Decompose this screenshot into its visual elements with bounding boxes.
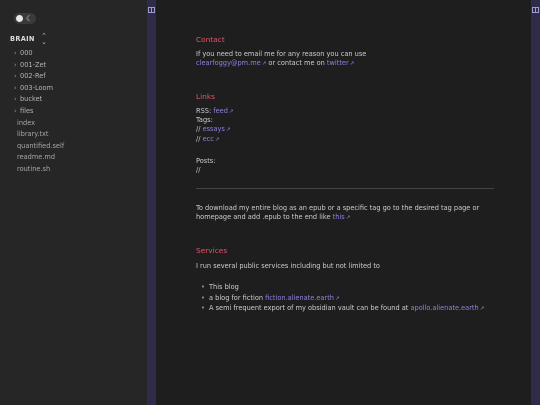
- tree-item-label: 000: [20, 49, 33, 57]
- external-link-icon: ↗: [225, 127, 231, 134]
- list-item: A semi frequent export of my obsidian va…: [196, 304, 484, 315]
- file-explorer-sidebar: ☾ BRAIN ⌃ ⌄ › 000 › 001-Zet › 002-Ref › 003-L…: [0, 0, 148, 405]
- vault-name: BRAIN: [10, 35, 35, 43]
- tree-folder-files[interactable]: › files: [14, 107, 64, 119]
- services-list: This blog a blog for fiction fiction.ali…: [196, 283, 484, 315]
- tree-file-quantified[interactable]: quantified.self: [14, 142, 64, 154]
- tree-item-label: 001-Zet: [20, 60, 47, 69]
- rss-label: RSS:: [196, 107, 212, 115]
- tree-file-routine[interactable]: routine.sh: [14, 165, 64, 177]
- posts-prefix: //: [196, 165, 201, 174]
- tree-item-label: readme.md: [17, 153, 56, 162]
- horizontal-rule: [196, 188, 494, 189]
- tree-folder-bucket[interactable]: › bucket: [14, 95, 64, 107]
- tag-prefix: //: [196, 125, 201, 134]
- external-link-icon: ↗: [228, 109, 234, 115]
- contact-text-2: or contact me on: [268, 58, 325, 67]
- epub-example-link[interactable]: this: [333, 213, 345, 221]
- services-heading: Services: [196, 246, 228, 255]
- tree-item-label: library.txt: [17, 130, 49, 139]
- fiction-blog-link[interactable]: fiction.alienate.earth: [265, 294, 334, 302]
- tree-folder-003-loom[interactable]: › 003-Loom: [14, 84, 64, 96]
- email-link[interactable]: clearfoggy@pm.me: [196, 59, 261, 67]
- tags-label: Tags:: [196, 116, 213, 125]
- contact-heading: Contact: [196, 35, 225, 44]
- links-section: RSS: feed↗ Tags: // essays↗ // ecc↗: [196, 107, 496, 144]
- tree-folder-001-zet[interactable]: › 001-Zet: [14, 61, 64, 73]
- twitter-link[interactable]: twitter: [327, 59, 349, 67]
- tree-item-label: files: [20, 106, 34, 115]
- tree-file-library[interactable]: library.txt: [14, 130, 64, 142]
- posts-label: Posts:: [196, 157, 216, 165]
- list-item: This blog: [196, 283, 484, 294]
- tree-folder-000[interactable]: › 000: [14, 49, 64, 61]
- left-panel-gutter: [147, 0, 156, 405]
- tree-item-label: routine.sh: [17, 164, 51, 173]
- tree-file-readme[interactable]: readme.md: [14, 153, 64, 165]
- sidebar-toggle-icon[interactable]: [532, 7, 539, 13]
- tag-ecc-link[interactable]: ecc: [203, 135, 214, 143]
- external-link-icon: ↗: [214, 136, 220, 143]
- tree-file-index[interactable]: index: [14, 119, 64, 131]
- list-item: a blog for fiction fiction.alienate.eart…: [196, 294, 484, 305]
- tree-item-label: bucket: [20, 95, 43, 104]
- apollo-vault-link[interactable]: apollo.alienate.earth: [410, 304, 478, 312]
- right-panel-gutter: [531, 0, 540, 405]
- rss-feed-link[interactable]: feed: [213, 107, 228, 115]
- external-link-icon: ↗: [345, 214, 351, 221]
- moon-icon: ☾: [26, 14, 33, 23]
- list-item-text: A semi frequent export of my obsidian va…: [209, 304, 409, 312]
- theme-toggle[interactable]: ☾: [14, 13, 36, 24]
- external-link-icon: ↗: [261, 60, 267, 67]
- chevron-up-down-icon[interactable]: ⌃ ⌄: [40, 33, 48, 46]
- tree-item-label: 002-Ref: [20, 72, 46, 81]
- vault-header[interactable]: BRAIN ⌃ ⌄: [10, 33, 128, 46]
- external-link-icon: ↗: [349, 60, 355, 67]
- services-intro: I run several public services including …: [196, 262, 380, 270]
- file-tree: › 000 › 001-Zet › 002-Ref › 003-Loom › bucket…: [14, 49, 64, 177]
- external-link-icon: ↗: [479, 306, 485, 312]
- external-link-icon: ↗: [334, 295, 340, 302]
- contact-text: If you need to email me for any reason y…: [196, 50, 367, 58]
- posts-section: Posts: //: [196, 157, 496, 175]
- tree-item-label: index: [17, 118, 36, 127]
- tree-item-label: quantified.self: [17, 141, 65, 150]
- tree-folder-002-ref[interactable]: › 002-Ref: [14, 72, 64, 84]
- download-paragraph: To download my entire blog as an epub or…: [196, 204, 496, 222]
- contact-paragraph: If you need to email me for any reason y…: [196, 50, 496, 68]
- list-item-text: a blog for fiction: [209, 293, 264, 302]
- tag-essays-link[interactable]: essays: [203, 125, 225, 133]
- links-heading: Links: [196, 92, 215, 101]
- toggle-knob-icon: [16, 15, 23, 22]
- list-item-text: This blog: [209, 283, 239, 291]
- tree-item-label: 003-Loom: [20, 83, 54, 92]
- sidebar-toggle-icon[interactable]: [148, 7, 155, 13]
- tag-prefix: //: [196, 134, 201, 143]
